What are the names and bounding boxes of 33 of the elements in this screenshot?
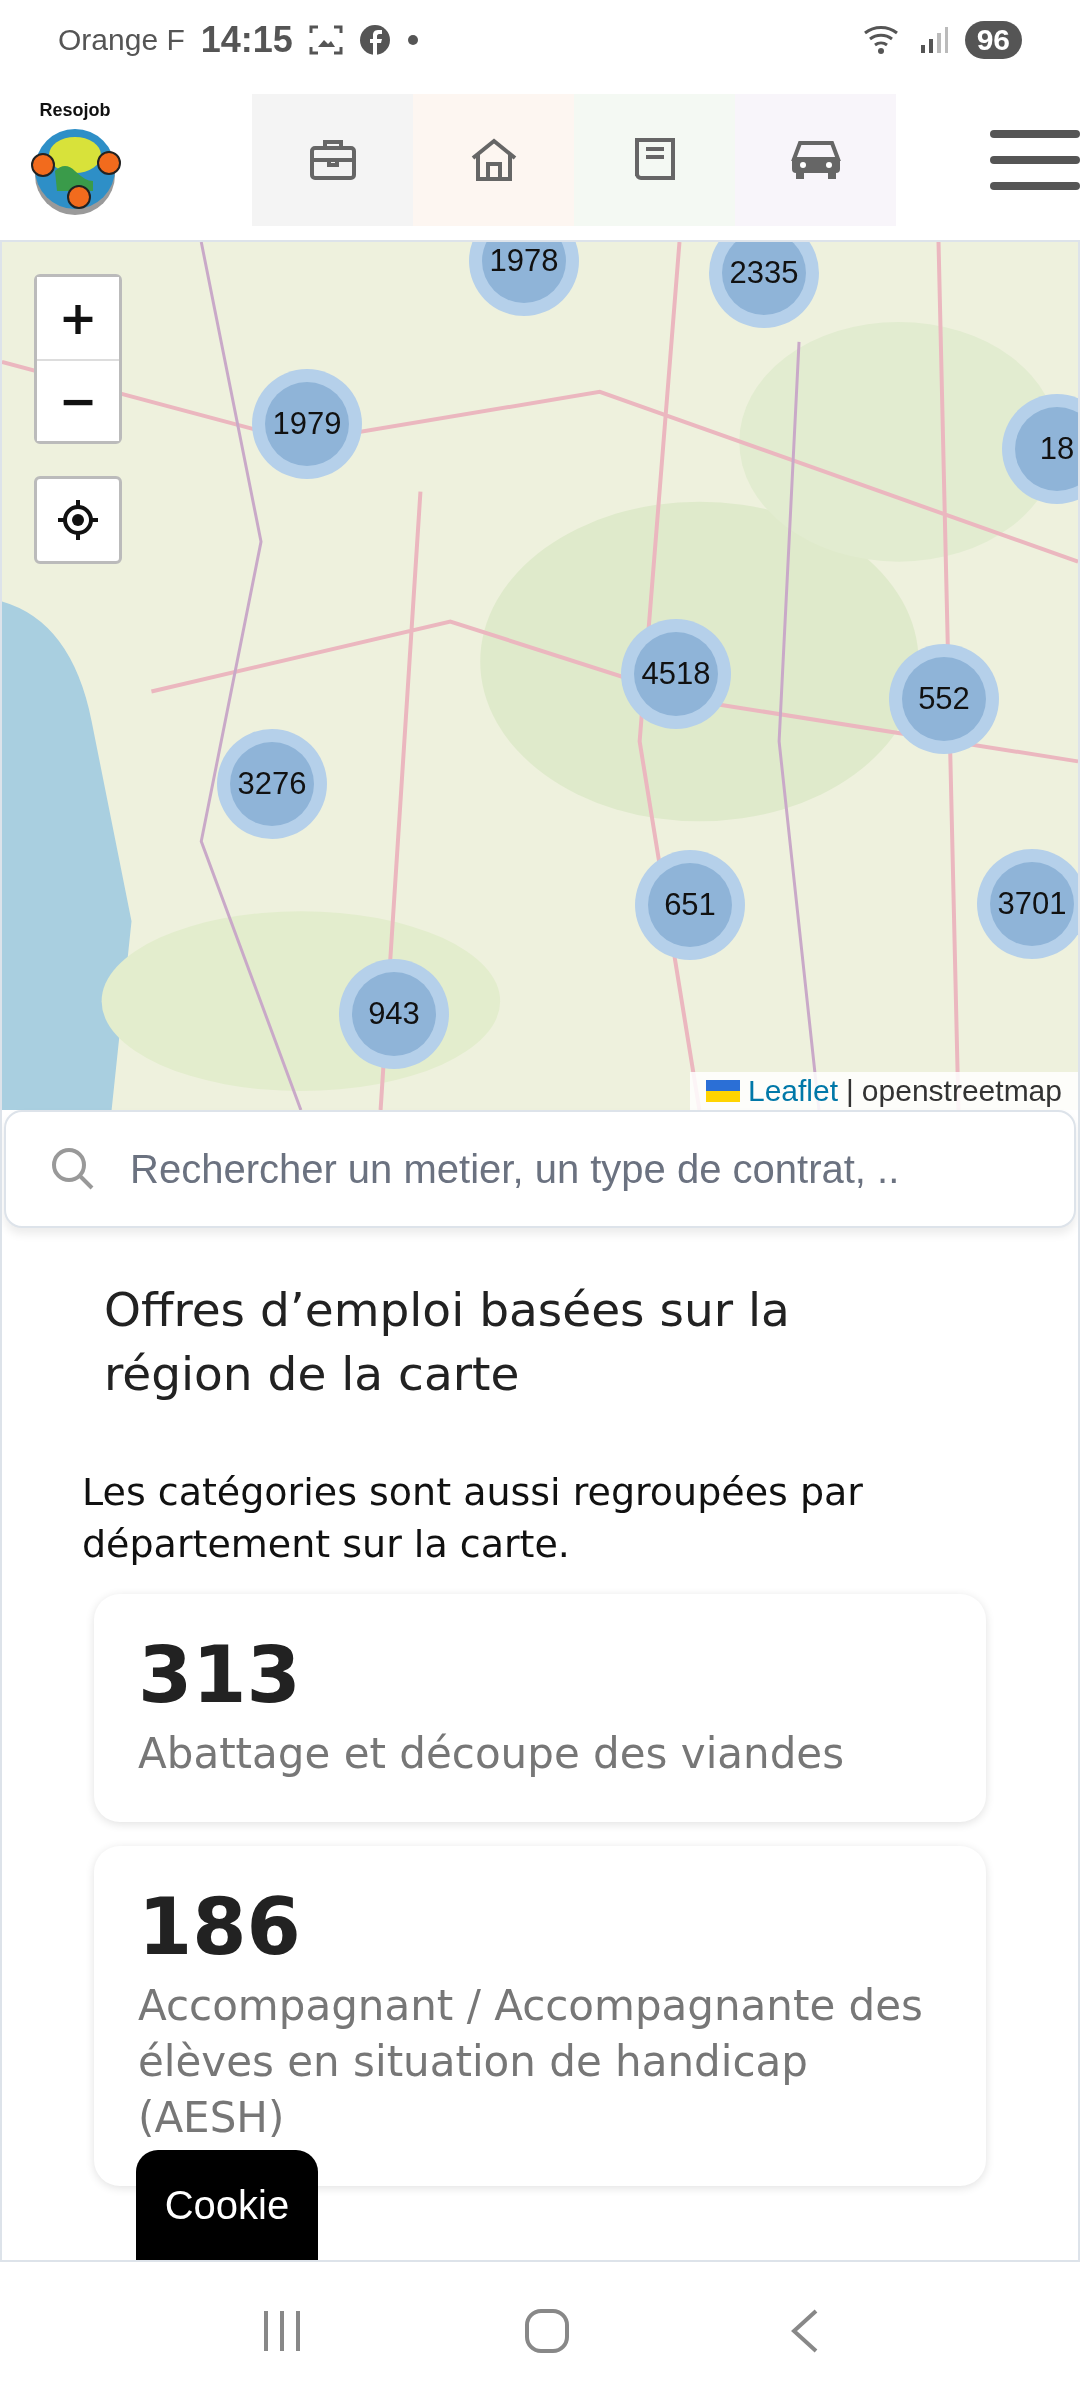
car-tab[interactable] [735, 94, 896, 226]
section-heading: Offres d’emploi basées sur la région de la carte [104, 1281, 791, 1403]
leaflet-link[interactable]: Leaflet [748, 1074, 839, 1108]
logo-text: Resojob [39, 99, 111, 121]
home-icon[interactable] [524, 2308, 570, 2354]
dot-icon [406, 34, 419, 46]
battery-indicator: 96 [964, 21, 1022, 59]
search-field[interactable]: Rechercher un metier, un type de contrat, .. [4, 1110, 1076, 1228]
briefcase-tab[interactable] [252, 94, 413, 226]
attribution-separator: | [846, 1074, 854, 1108]
house-icon [469, 138, 518, 182]
category-count: 186 [138, 1882, 302, 1972]
category-card[interactable]: 313 Abattage et découpe des viandes [94, 1594, 986, 1822]
category-label: Abattage et découpe des viandes [138, 1728, 846, 1780]
attribution-text: openstreetmap [861, 1074, 1062, 1108]
crosshair-icon [56, 498, 100, 542]
screenshot-icon [308, 24, 343, 56]
carrier-name: Orange F [58, 23, 185, 57]
book-tab[interactable] [574, 94, 735, 226]
briefcase-icon [308, 138, 357, 182]
category-count: 313 [138, 1630, 302, 1720]
facebook-icon [358, 24, 391, 56]
intro-text: Les catégories sont aussi regroupées par département sur la carte. [82, 1469, 864, 1568]
clock: 14:15 [200, 19, 293, 61]
category-label: Accompagnant / Accompagnante des élèves en situation de handicap (AESH) [138, 1980, 924, 2144]
zoom-out-button[interactable]: − [37, 359, 119, 441]
locate-button[interactable] [34, 476, 122, 564]
house-tab[interactable] [413, 94, 574, 226]
flag-icon [706, 1080, 740, 1102]
cookie-button[interactable]: Cookie [136, 2150, 318, 2260]
signal-icon [918, 25, 949, 55]
menu-icon[interactable] [990, 128, 1080, 192]
back-icon[interactable] [790, 2308, 820, 2354]
